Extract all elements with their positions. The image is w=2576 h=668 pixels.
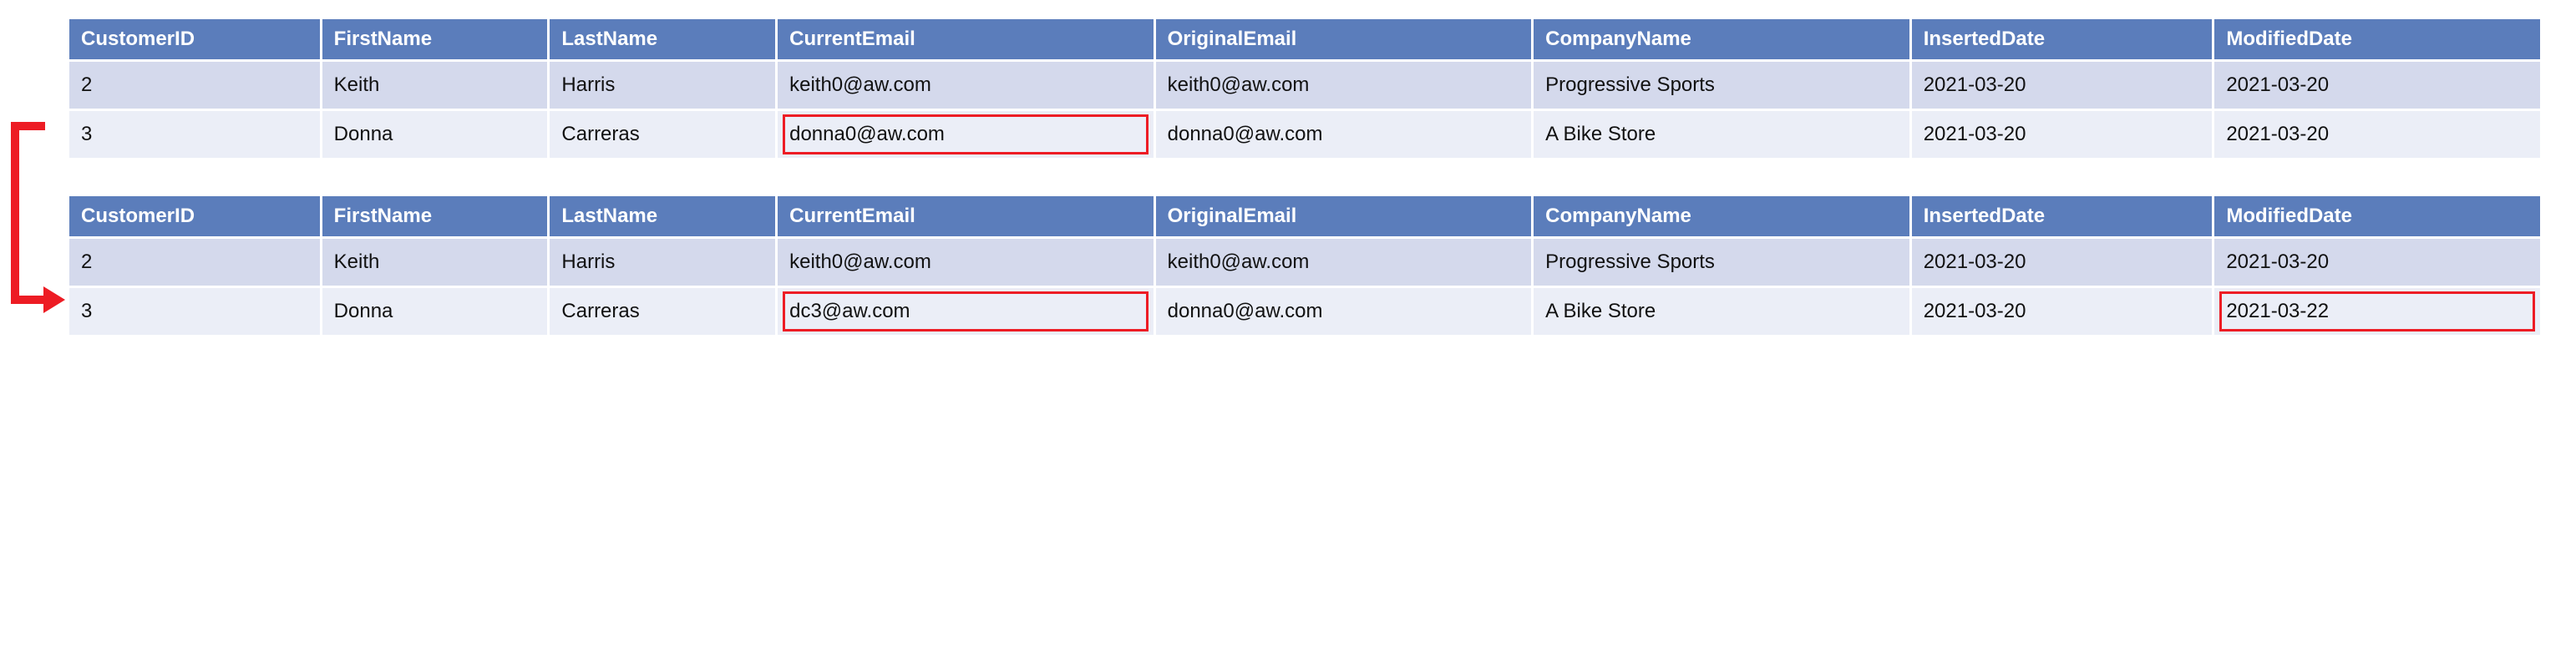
col-header-company-name: CompanyName [1534, 196, 1909, 236]
cell-first-name: Keith [322, 239, 548, 286]
col-header-original-email: OriginalEmail [1156, 196, 1532, 236]
highlight-box [2219, 291, 2535, 331]
table-before: CustomerID FirstName LastName CurrentEma… [67, 17, 2543, 160]
cell-original-email: keith0@aw.com [1156, 62, 1532, 109]
cell-current-email: dc3@aw.com [778, 288, 1154, 335]
cell-modified-date: 2021-03-20 [2214, 62, 2540, 109]
cell-customer-id: 3 [69, 288, 320, 335]
cell-current-email: donna0@aw.com [778, 111, 1154, 158]
cell-first-name: Keith [322, 62, 548, 109]
table-header-row: CustomerID FirstName LastName CurrentEma… [69, 19, 2540, 59]
cell-last-name: Carreras [550, 111, 775, 158]
col-header-current-email: CurrentEmail [778, 196, 1154, 236]
table-after: CustomerID FirstName LastName CurrentEma… [67, 194, 2543, 337]
table-row: 3DonnaCarrerasdonna0@aw.comdonna0@aw.com… [69, 111, 2540, 158]
cell-customer-id: 3 [69, 111, 320, 158]
col-header-current-email: CurrentEmail [778, 19, 1154, 59]
table-before-body: 2KeithHarriskeith0@aw.comkeith0@aw.comPr… [69, 62, 2540, 158]
cell-customer-id: 2 [69, 62, 320, 109]
cell-company-name: A Bike Store [1534, 111, 1909, 158]
cell-inserted-date: 2021-03-20 [1912, 111, 2213, 158]
col-header-last-name: LastName [550, 196, 775, 236]
col-header-original-email: OriginalEmail [1156, 19, 1532, 59]
cell-last-name: Harris [550, 62, 775, 109]
cell-current-email: keith0@aw.com [778, 62, 1154, 109]
col-header-customer-id: CustomerID [69, 19, 320, 59]
table-header-row: CustomerID FirstName LastName CurrentEma… [69, 196, 2540, 236]
cell-company-name: Progressive Sports [1534, 62, 1909, 109]
col-header-inserted-date: InsertedDate [1912, 19, 2213, 59]
col-header-company-name: CompanyName [1534, 19, 1909, 59]
cell-company-name: Progressive Sports [1534, 239, 1909, 286]
col-header-customer-id: CustomerID [69, 196, 320, 236]
col-header-modified-date: ModifiedDate [2214, 19, 2540, 59]
cell-modified-date: 2021-03-20 [2214, 239, 2540, 286]
col-header-first-name: FirstName [322, 196, 548, 236]
cell-original-email: donna0@aw.com [1156, 111, 1532, 158]
cell-inserted-date: 2021-03-20 [1912, 62, 2213, 109]
cell-inserted-date: 2021-03-20 [1912, 239, 2213, 286]
cell-modified-date: 2021-03-22 [2214, 288, 2540, 335]
cell-last-name: Carreras [550, 288, 775, 335]
cell-inserted-date: 2021-03-20 [1912, 288, 2213, 335]
col-header-first-name: FirstName [322, 19, 548, 59]
cell-last-name: Harris [550, 239, 775, 286]
highlight-box [783, 291, 1149, 331]
change-arrow-icon [2, 121, 67, 313]
cell-first-name: Donna [322, 111, 548, 158]
cell-customer-id: 2 [69, 239, 320, 286]
col-header-last-name: LastName [550, 19, 775, 59]
cell-company-name: A Bike Store [1534, 288, 1909, 335]
col-header-modified-date: ModifiedDate [2214, 196, 2540, 236]
highlight-box [783, 114, 1149, 154]
table-row: 2KeithHarriskeith0@aw.comkeith0@aw.comPr… [69, 239, 2540, 286]
cell-original-email: donna0@aw.com [1156, 288, 1532, 335]
table-row: 2KeithHarriskeith0@aw.comkeith0@aw.comPr… [69, 62, 2540, 109]
col-header-inserted-date: InsertedDate [1912, 196, 2213, 236]
cell-original-email: keith0@aw.com [1156, 239, 1532, 286]
table-after-body: 2KeithHarriskeith0@aw.comkeith0@aw.comPr… [69, 239, 2540, 335]
table-row: 3DonnaCarrerasdc3@aw.comdonna0@aw.comA B… [69, 288, 2540, 335]
cell-modified-date: 2021-03-20 [2214, 111, 2540, 158]
cell-current-email: keith0@aw.com [778, 239, 1154, 286]
cell-first-name: Donna [322, 288, 548, 335]
